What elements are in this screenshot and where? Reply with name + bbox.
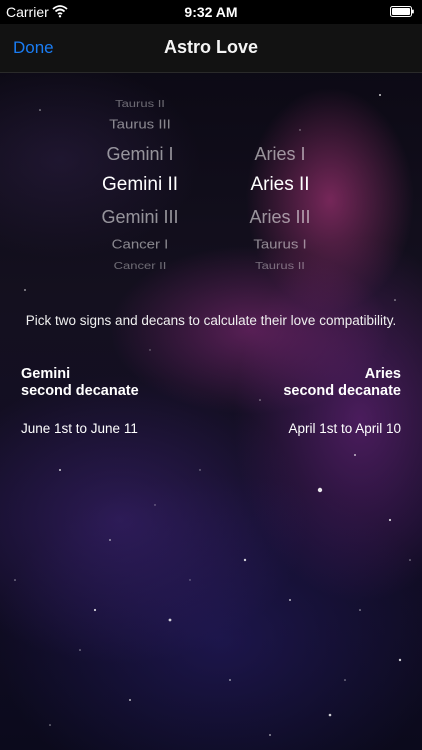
left-sign-name: Gemini (21, 366, 71, 382)
sign-decan-picker[interactable]: Taurus II Taurus III Gemini I Gemini II … (0, 92, 422, 278)
status-time: 9:32 AM (184, 4, 238, 20)
status-bar: Carrier 9:32 AM (0, 0, 422, 24)
picker-option[interactable]: Gemini I (60, 144, 220, 165)
left-sign-info: Gemini second decanate (21, 366, 139, 400)
picker-option[interactable]: Cancer II (60, 260, 220, 271)
picker-option[interactable]: Gemini III (60, 207, 220, 228)
screen: Carrier 9:32 AM Done Astro Love Taurus I… (0, 0, 422, 750)
picker-option[interactable]: Taurus III (60, 117, 220, 132)
left-sign-dates: June 1st to June 11 (21, 421, 138, 436)
picker-option[interactable]: Taurus II (200, 260, 360, 271)
left-sign-decanate: second decanate (21, 383, 139, 399)
battery-icon (390, 6, 414, 17)
page-title: Astro Love (163, 37, 259, 57)
picker-option[interactable]: Cancer I (60, 237, 220, 252)
right-sign-picker-column[interactable]: Aries I Aries II Aries III Taurus I Taur… (200, 92, 360, 278)
picker-selected-option[interactable]: Aries II (200, 174, 360, 196)
picker-option[interactable]: Aries I (200, 144, 360, 165)
right-sign-decanate: second decanate (283, 383, 401, 399)
right-sign-name: Aries (364, 366, 401, 382)
instructions-text: Pick two signs and decans to calculate t… (25, 313, 397, 328)
picker-option[interactable]: Taurus II (60, 98, 220, 109)
picker-option[interactable]: Taurus I (200, 237, 360, 252)
right-sign-dates: April 1st to April 10 (288, 421, 401, 436)
right-sign-info: Aries second decanate (283, 366, 401, 400)
picker-selected-option[interactable]: Gemini II (60, 174, 220, 196)
picker-option[interactable]: Aries III (200, 207, 360, 228)
left-sign-picker-column[interactable]: Taurus II Taurus III Gemini I Gemini II … (60, 92, 220, 278)
navigation-bar: Done Astro Love (0, 24, 422, 73)
